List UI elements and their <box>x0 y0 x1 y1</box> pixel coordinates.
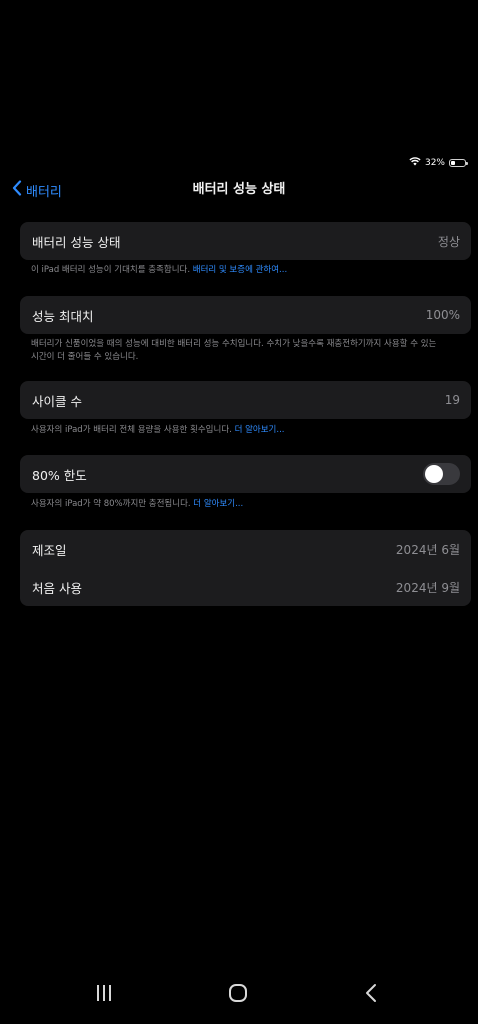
first-use-row: 처음 사용 2024년 9월 <box>20 568 471 606</box>
maximum-capacity-card: 성능 최대치 100% <box>20 296 471 334</box>
battery-percent: 32% <box>424 158 445 168</box>
charge-limit-footnote: 사용자의 iPad가 약 80%까지만 충전됩니다. 더 알아보기... <box>31 498 461 511</box>
charge-limit-card: 80% 한도 <box>20 455 471 493</box>
system-back-icon <box>362 983 382 1007</box>
dates-card: 제조일 2024년 6월 처음 사용 2024년 9월 <box>20 530 471 606</box>
back-button-label: 배터리 <box>26 184 62 200</box>
maximum-capacity-footnote: 배터리가 신품이었을 때의 성능에 대비한 배터리 성능 수치입니다. 수치가 … <box>31 338 461 364</box>
system-back-button[interactable] <box>359 983 385 1007</box>
manufacture-date-row: 제조일 2024년 6월 <box>20 530 471 568</box>
cycle-count-learn-more-link[interactable]: 더 알아보기... <box>235 425 285 435</box>
maximum-capacity-row: 성능 최대치 100% <box>20 296 471 334</box>
charge-limit-label: 80% 한도 <box>32 467 87 483</box>
cycle-count-label: 사이클 수 <box>32 393 82 409</box>
cycle-count-footnote: 사용자의 iPad가 배터리 전체 용량을 사용한 횟수입니다. 더 알아보기.… <box>31 424 461 437</box>
first-use-label: 처음 사용 <box>32 580 82 596</box>
home-button[interactable] <box>225 983 251 1007</box>
maximum-capacity-value: 100% <box>425 308 460 322</box>
navigation-bar: 배터리 성능 상태 배터리 <box>0 178 478 202</box>
cycle-count-value: 19 <box>444 393 460 407</box>
maximum-capacity-footnote-line2: 시간이 더 줄어들 수 있습니다. <box>31 352 139 362</box>
system-navigation-bar <box>0 978 478 1012</box>
recents-icon <box>94 983 114 1007</box>
battery-health-label: 배터리 성능 상태 <box>32 234 121 250</box>
battery-icon <box>449 159 468 167</box>
maximum-capacity-label: 성능 최대치 <box>32 308 94 324</box>
battery-health-row: 배터리 성능 상태 정상 <box>20 222 471 260</box>
cycle-count-row: 사이클 수 19 <box>20 381 471 419</box>
recents-button[interactable] <box>91 983 117 1007</box>
maximum-capacity-footnote-line1: 배터리가 신품이었을 때의 성능에 대비한 배터리 성능 수치입니다. 수치가 … <box>31 339 437 349</box>
manufacture-date-value: 2024년 6월 <box>395 542 460 557</box>
status-bar: 32% <box>409 156 468 170</box>
chevron-left-icon <box>12 180 22 200</box>
battery-health-value: 정상 <box>437 234 460 249</box>
charge-limit-footnote-text: 사용자의 iPad가 약 80%까지만 충전됩니다. <box>31 499 191 509</box>
battery-health-card: 배터리 성능 상태 정상 <box>20 222 471 260</box>
battery-health-footnote: 이 iPad 배터리 성능이 기대치를 충족합니다. 배터리 및 보증에 관하여… <box>31 264 461 277</box>
home-icon <box>228 983 248 1007</box>
manufacture-date-label: 제조일 <box>32 542 67 558</box>
cycle-count-card: 사이클 수 19 <box>20 381 471 419</box>
first-use-value: 2024년 9월 <box>395 580 460 595</box>
back-button[interactable]: 배터리 <box>12 178 62 202</box>
battery-warranty-link[interactable]: 배터리 및 보증에 관하여... <box>193 265 287 275</box>
toggle-knob <box>425 465 443 483</box>
cycle-count-footnote-text: 사용자의 iPad가 배터리 전체 용량을 사용한 횟수입니다. <box>31 425 232 435</box>
page-title: 배터리 성능 상태 <box>192 182 286 197</box>
charge-limit-row: 80% 한도 <box>20 455 471 493</box>
battery-health-footnote-text: 이 iPad 배터리 성능이 기대치를 충족합니다. <box>31 265 191 275</box>
charge-limit-toggle[interactable] <box>423 463 460 485</box>
wifi-icon <box>409 157 421 169</box>
charge-limit-learn-more-link[interactable]: 더 알아보기... <box>193 499 243 509</box>
